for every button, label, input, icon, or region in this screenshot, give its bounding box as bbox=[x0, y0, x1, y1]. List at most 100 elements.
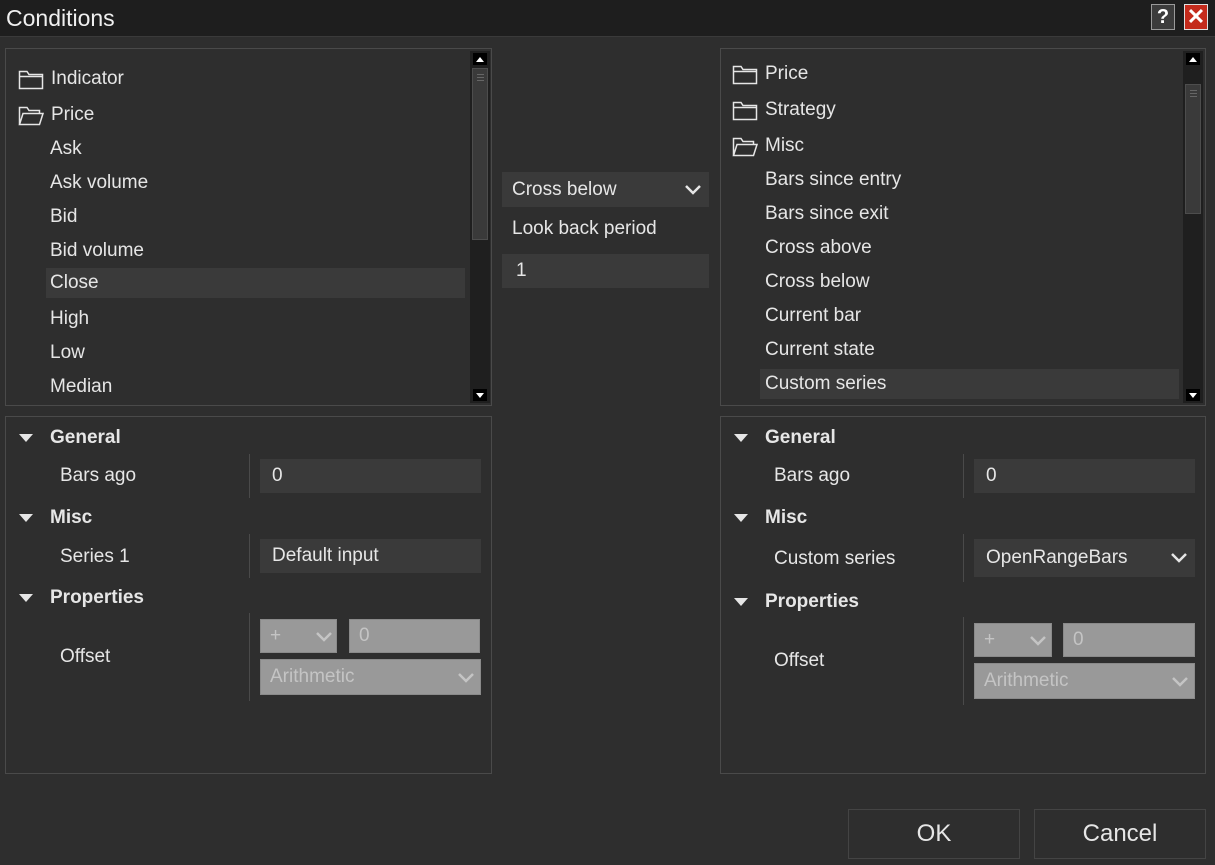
tree-item-label: Cross above bbox=[765, 237, 872, 258]
tree-item-label: Low bbox=[50, 342, 85, 363]
collapse-triangle-icon bbox=[19, 594, 33, 602]
section-title: Properties bbox=[50, 587, 144, 608]
tree-item-custom-series[interactable]: Custom series bbox=[760, 369, 1179, 399]
chevron-down-icon bbox=[316, 632, 332, 642]
lookback-period-input[interactable]: 1 bbox=[502, 254, 709, 288]
tree-item-ask-volume[interactable]: Ask volume bbox=[46, 168, 465, 198]
series-input[interactable]: Default input bbox=[260, 539, 481, 573]
tree-item-high[interactable]: High bbox=[46, 304, 465, 334]
custom-series-value: OpenRangeBars bbox=[986, 547, 1128, 568]
folder-open-icon bbox=[18, 106, 44, 126]
section-general[interactable]: General bbox=[734, 427, 836, 449]
bars-ago-input[interactable]: 0 bbox=[974, 459, 1195, 493]
tree-item-label: Bars since exit bbox=[765, 203, 889, 224]
tree-item-low[interactable]: Low bbox=[46, 338, 465, 368]
tree-item-label: Current bar bbox=[765, 305, 862, 326]
bars-ago-label: Bars ago bbox=[60, 465, 137, 486]
offset-type-select: Arithmetic bbox=[260, 659, 481, 695]
tree-item-label: Indicator bbox=[51, 68, 124, 89]
offset-sign-select: + bbox=[974, 623, 1052, 657]
tree-item-bid-volume[interactable]: Bid volume bbox=[46, 236, 465, 266]
ok-button[interactable]: OK bbox=[848, 809, 1020, 859]
folder-closed-icon bbox=[732, 101, 758, 121]
tree-item-label: Strategy bbox=[765, 99, 836, 120]
section-misc[interactable]: Misc bbox=[734, 507, 807, 529]
tree-item-price[interactable]: Price bbox=[732, 59, 1172, 89]
section-general[interactable]: General bbox=[19, 427, 121, 449]
tree-item-label: Close bbox=[50, 272, 99, 293]
section-properties[interactable]: Properties bbox=[19, 587, 144, 609]
scroll-down-arrow-icon[interactable] bbox=[1186, 389, 1200, 401]
tree-item-label: Median bbox=[50, 376, 113, 397]
section-title: General bbox=[50, 427, 121, 448]
tree-item-bars-since-entry[interactable]: Bars since entry bbox=[760, 165, 1179, 195]
series-value: Default input bbox=[272, 545, 379, 566]
tree-item-strategy[interactable]: Strategy bbox=[732, 95, 1172, 125]
tree-item-median[interactable]: Median bbox=[46, 372, 465, 402]
tree-item-price[interactable]: Price bbox=[18, 100, 458, 130]
scroll-down-arrow-icon[interactable] bbox=[473, 389, 487, 401]
tree-item-label: Price bbox=[765, 63, 809, 84]
offset-type-value: Arithmetic bbox=[270, 666, 355, 687]
tree-item-cross-below[interactable]: Cross below bbox=[760, 267, 1179, 297]
help-icon: ? bbox=[1156, 5, 1170, 28]
tree-item-close[interactable]: Close bbox=[46, 268, 465, 298]
collapse-triangle-icon bbox=[19, 434, 33, 442]
close-icon: ✕ bbox=[1186, 4, 1206, 29]
tree-item-current-state[interactable]: Current state bbox=[760, 335, 1179, 365]
offset-sign-value: + bbox=[270, 625, 282, 646]
offset-value: 0 bbox=[359, 625, 370, 646]
bars-ago-value: 0 bbox=[272, 465, 283, 486]
scroll-up-arrow-icon[interactable] bbox=[473, 53, 487, 65]
cancel-button-label: Cancel bbox=[1082, 820, 1158, 847]
cancel-button[interactable]: Cancel bbox=[1034, 809, 1206, 859]
section-properties[interactable]: Properties bbox=[734, 591, 859, 613]
tree-item-label: Current state bbox=[765, 339, 875, 360]
collapse-triangle-icon bbox=[19, 514, 33, 522]
custom-series-select[interactable]: OpenRangeBars bbox=[974, 539, 1195, 577]
right-property-grid: General Bars ago 0 Misc Custom series Op… bbox=[720, 416, 1206, 774]
tree-item-label: Bars since entry bbox=[765, 169, 902, 190]
lookback-period-value: 1 bbox=[516, 260, 527, 281]
offset-label: Offset bbox=[60, 646, 111, 667]
bars-ago-label: Bars ago bbox=[774, 465, 851, 486]
operator-select[interactable]: Cross below bbox=[502, 172, 709, 207]
tree-item-bars-since-exit[interactable]: Bars since exit bbox=[760, 199, 1179, 229]
close-button[interactable]: ✕ bbox=[1184, 4, 1208, 30]
tree-item-label: Price bbox=[51, 104, 95, 125]
lookback-period-label: Look back period bbox=[512, 218, 657, 239]
section-title: Properties bbox=[765, 591, 859, 612]
section-misc[interactable]: Misc bbox=[19, 507, 92, 529]
offset-type-value: Arithmetic bbox=[984, 670, 1069, 691]
collapse-triangle-icon bbox=[734, 598, 748, 606]
window-title: Conditions bbox=[6, 5, 115, 31]
tree-item-misc[interactable]: Misc bbox=[732, 131, 1172, 161]
bars-ago-input[interactable]: 0 bbox=[260, 459, 481, 493]
left-condition-tree[interactable]: Indicator Price Ask Ask volume Bid Bid v… bbox=[5, 48, 492, 406]
tree-item-current-bar[interactable]: Current bar bbox=[760, 301, 1179, 331]
tree-item-label: Cross below bbox=[765, 271, 870, 292]
folder-open-icon bbox=[732, 137, 758, 157]
scroll-thumb[interactable] bbox=[1185, 84, 1201, 214]
tree-item-indicator[interactable]: Indicator bbox=[18, 64, 458, 94]
scroll-thumb[interactable] bbox=[472, 68, 488, 240]
tree-item-ask[interactable]: Ask bbox=[46, 134, 465, 164]
right-tree-scrollbar[interactable] bbox=[1183, 51, 1203, 403]
custom-series-label: Custom series bbox=[774, 548, 896, 569]
folder-closed-icon bbox=[732, 65, 758, 85]
operator-value: Cross below bbox=[512, 178, 617, 200]
offset-label: Offset bbox=[774, 650, 825, 671]
scroll-up-arrow-icon[interactable] bbox=[1186, 53, 1200, 65]
offset-value-input: 0 bbox=[349, 619, 480, 653]
folder-closed-icon bbox=[18, 70, 44, 90]
tree-item-cross-above[interactable]: Cross above bbox=[760, 233, 1179, 263]
left-tree-scrollbar[interactable] bbox=[470, 51, 490, 403]
right-condition-tree[interactable]: Price Strategy Misc Bars since entry Bar… bbox=[720, 48, 1206, 406]
help-button[interactable]: ? bbox=[1151, 4, 1175, 30]
chevron-down-icon bbox=[1172, 677, 1188, 687]
tree-item-bid[interactable]: Bid bbox=[46, 202, 465, 232]
tree-item-label: Bid volume bbox=[50, 240, 144, 261]
chevron-down-icon bbox=[1030, 636, 1046, 646]
offset-sign-value: + bbox=[984, 629, 996, 650]
tree-item-label: Ask volume bbox=[50, 172, 149, 193]
